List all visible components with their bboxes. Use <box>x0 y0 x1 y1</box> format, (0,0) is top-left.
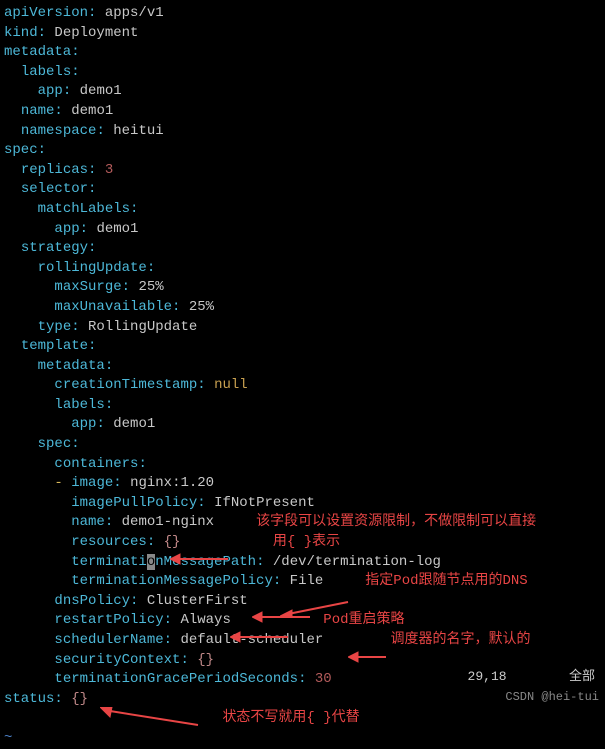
yaml-key: apiVersion <box>4 5 88 21</box>
watermark: CSDN @hei-tui <box>505 689 599 706</box>
annotation-status: 状态不写就用{ }代替 <box>222 710 359 726</box>
cursor: o <box>147 554 155 570</box>
code-editor[interactable]: apiVersion: apps/v1 kind: Deployment met… <box>4 4 601 749</box>
annotation-resources-2: 用{ }表示 <box>273 534 340 550</box>
vim-mode: 全部 <box>569 669 595 684</box>
annotation-resources-1: 该字段可以设置资源限制，不做限制可以直接 <box>256 514 536 530</box>
vim-tilde: ~ <box>4 729 601 749</box>
cursor-position: 29,18 <box>468 669 507 684</box>
vim-status-bar: 29,18 全部 <box>468 668 595 686</box>
annotation-dns: 指定Pod跟随节点用的DNS <box>365 573 527 589</box>
annotation-scheduler: 调度器的名字，默认的 <box>391 632 531 648</box>
annotation-restart: Pod重启策略 <box>323 612 404 628</box>
